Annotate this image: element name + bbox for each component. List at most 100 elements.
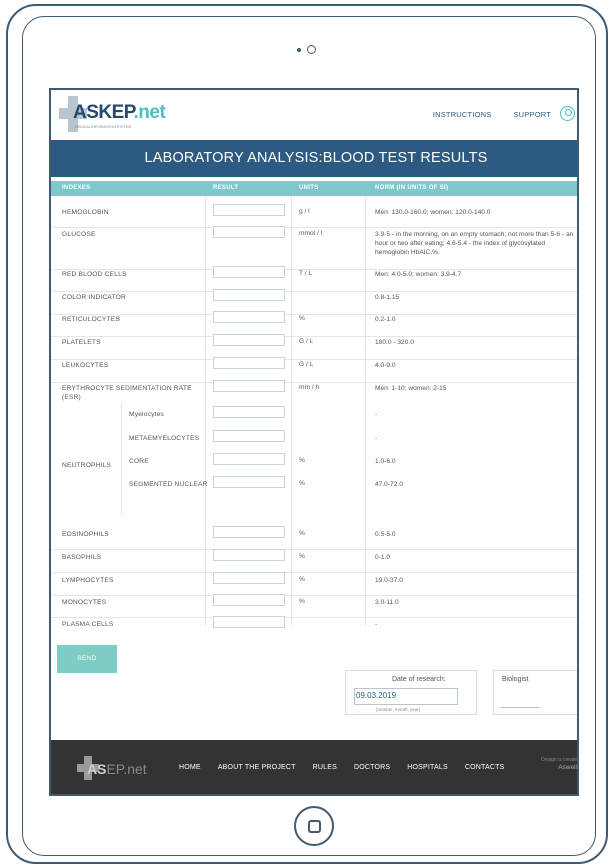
row-label: CORE [129,458,149,465]
row-norm: 0.2-1.0 [375,316,396,323]
send-button[interactable]: SEND [57,645,117,673]
result-input[interactable] [213,476,285,488]
result-input[interactable] [213,572,285,584]
row-norm: 3.9-5 - in the morning, on an empty stom… [375,231,574,256]
row-unit: mmol / l [299,230,323,237]
row-unit: % [299,530,305,537]
result-input[interactable] [213,549,285,561]
row-norm: 19.0-37.0 [375,577,403,584]
row-label: GLUCOSE [62,231,96,238]
row-label: EOSINOPHILS [62,531,109,538]
table-row: MONOCYTES % 3.0-11.0 [51,594,577,618]
result-input[interactable] [213,594,285,606]
row-norm: Men: 130.0-160.0; women: 120.0-140.0 [375,209,491,216]
result-input[interactable] [213,289,285,301]
row-label: RETICULOCYTES [62,316,120,323]
result-input[interactable] [213,334,285,346]
table-row: RETICULOCYTES % 0.2-1.0 [51,311,577,337]
footer-nav: HOME ABOUT THE PROJECT RULES DOCTORS HOS… [179,764,504,771]
table-row: LYMPHOCYTES % 19.0-37.0 [51,572,577,596]
row-norm: 47.0-72.0 [375,481,403,488]
row-unit: % [299,480,305,487]
row-label: LEUKOCYTES [62,362,109,369]
row-unit: g / l [299,208,310,215]
biologist-signature-field[interactable] [500,707,540,708]
footer-credit-text: Design is create [541,757,577,763]
table-row: COLOR INDICATOR 0.8-1.15 [51,289,577,315]
nav-support[interactable]: SUPPORT [513,110,551,119]
row-unit: G / L [299,361,314,368]
table-row: GLUCOSE mmol / l 3.9-5 - in the morning,… [51,226,577,270]
row-norm: Men: 1-10; women: 2-15 [375,385,447,392]
date-label: Date of research: [392,676,446,683]
user-icon[interactable] [560,106,575,121]
row-norm: 0.5-5.0 [375,531,396,538]
table-row: Myelocytes - [51,406,577,430]
footer-nav-hospitals[interactable]: HOSPITALS [407,764,448,771]
header-indexes: INDEXES [62,185,91,191]
table-row: PLASMA CELLS - [51,616,577,634]
date-input[interactable]: 09.03.2019 [354,688,458,705]
row-unit: % [299,598,305,605]
row-unit: mm / h [299,384,320,391]
table-row: CORE % 1.0-6.0 [51,453,577,477]
footer-nav-doctors[interactable]: DOCTORS [354,764,390,771]
biologist-box: Biologist [493,670,577,715]
row-norm: 4.0-9.0 [375,362,396,369]
logo-tagline: MEDICAL INFORMATION SYSTEM [75,125,132,129]
date-of-research: Date of research: 09.03.2019 (number, mo… [345,670,477,715]
table-row: HEMOGLOBIN g / l Men: 130.0-160.0; women… [51,204,577,228]
footer-nav-home[interactable]: HOME [179,764,201,771]
result-input[interactable] [213,357,285,369]
row-unit: % [299,315,305,322]
footer-nav-contacts[interactable]: CONTACTS [465,764,505,771]
row-label: BASOPHILS [62,554,102,561]
result-input[interactable] [213,380,285,392]
page-title: LABORATORY ANALYSIS:BLOOD TEST RESULTS [51,140,577,177]
footer-logo-text: AS [87,761,107,777]
table-row: PLATELETS G / L 180.0 - 320.0 [51,334,577,360]
table-row: RED BLOOD CELLS T / L Men: 4.0-5.0; wome… [51,266,577,292]
top-bar: ASKEP.net MEDICAL INFORMATION SYSTEM INS… [51,90,577,140]
nav-instructions[interactable]: INSTRUCTIONS [433,110,492,119]
table-row: SEGMENTED NUCLEAR % 47.0-72.0 [51,476,577,510]
logo-suffix: .net [133,102,166,123]
result-input[interactable] [213,406,285,418]
footer-credit-brand[interactable]: Aswell [541,764,577,772]
row-norm: 0.8-1.15 [375,294,400,301]
result-input[interactable] [213,226,285,238]
table-row: ERYTHROCYTE SEDIMENTATION RATE (ESR) mm … [51,380,577,404]
home-square-icon [307,819,321,833]
date-hint: (number, month, year) [376,707,421,712]
camera [297,45,316,54]
row-norm: - [375,621,378,628]
row-label: PLATELETS [62,339,101,346]
result-input[interactable] [213,204,285,216]
footer-nav-rules[interactable]: RULES [313,764,337,771]
result-input[interactable] [213,430,285,442]
row-label: RED BLOOD CELLS [62,271,127,278]
table-row: EOSINOPHILS % 0.5-5.0 [51,526,577,550]
logo[interactable]: ASKEP.net MEDICAL INFORMATION SYSTEM [59,96,166,132]
biologist-label: Biologist [502,676,529,683]
table-header: INDEXES RESULT UNITS NORM (IN UNITS OF S… [51,181,577,196]
row-norm: Men: 4.0-5.0; women: 3.9-4.7 [375,271,462,278]
row-label: Myelocytes [129,411,164,418]
row-norm: 3.0-11.0 [375,599,399,606]
home-button[interactable] [294,806,334,846]
row-norm: 0-1.0 [375,554,391,561]
footer-logo[interactable]: ASEP.net [77,756,157,780]
logo-text: ASKEP [73,102,134,123]
footer-nav-about[interactable]: ABOUT THE PROJECT [218,764,296,771]
result-input[interactable] [213,311,285,323]
row-norm: - [375,411,378,418]
result-input[interactable] [213,526,285,538]
top-nav: INSTRUCTIONS SUPPORT [433,110,551,119]
row-label: COLOR INDICATOR [62,294,126,301]
header-result: RESULT [213,185,239,191]
result-input[interactable] [213,453,285,465]
table-row: METAEMYELOCYTES - [51,430,577,454]
row-label: LYMPHOCYTES [62,577,114,584]
result-input[interactable] [213,616,285,628]
result-input[interactable] [213,266,285,278]
